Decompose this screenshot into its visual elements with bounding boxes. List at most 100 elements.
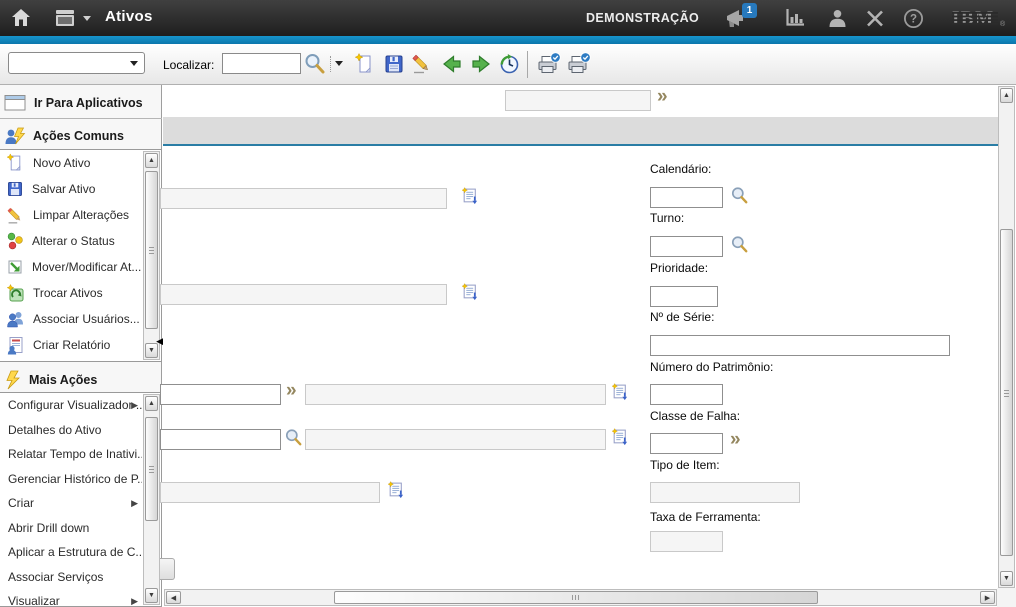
action-salvar-ativo[interactable]: Salvar Ativo xyxy=(0,176,142,202)
field-row4-input[interactable] xyxy=(160,429,281,450)
vertical-scrollbar[interactable]: ▲ ▼ xyxy=(998,86,1015,588)
next-record-button[interactable] xyxy=(468,51,494,77)
new-record-button[interactable] xyxy=(352,51,378,77)
home-icon xyxy=(10,7,32,28)
create-report-icon xyxy=(6,336,25,355)
search-options-caret[interactable] xyxy=(335,61,343,66)
calendario-select-button[interactable] xyxy=(730,186,749,205)
scroll-down-button[interactable]: ▼ xyxy=(145,588,158,603)
field-row5-description[interactable] xyxy=(160,482,380,503)
patrimonio-input[interactable] xyxy=(650,384,723,405)
scroll-up-button[interactable]: ▲ xyxy=(145,153,158,168)
long-description-button[interactable] xyxy=(611,428,629,446)
scroll-down-button[interactable]: ▼ xyxy=(1000,571,1013,586)
tipo-item-input[interactable] xyxy=(650,482,800,503)
home-button[interactable] xyxy=(10,7,32,33)
print-button[interactable] xyxy=(535,51,561,77)
long-description-icon xyxy=(387,481,405,499)
new-record-icon xyxy=(354,53,376,75)
serie-input[interactable] xyxy=(650,335,950,356)
profile-button[interactable] xyxy=(827,8,848,33)
page-title: Ativos xyxy=(105,8,153,25)
turno-select-button[interactable] xyxy=(730,235,749,254)
action-label: Criar Relatório xyxy=(33,338,110,352)
field-row4-description[interactable] xyxy=(305,429,606,450)
scroll-up-button[interactable]: ▲ xyxy=(145,396,158,411)
close-icon xyxy=(865,9,885,28)
search-button[interactable] xyxy=(302,51,328,77)
more-actions-header: Mais Ações xyxy=(4,367,97,392)
help-button[interactable]: ? xyxy=(903,8,924,34)
previous-record-button[interactable] xyxy=(438,51,464,77)
ibm-logo: IBM ® xyxy=(952,8,1012,34)
common-actions-scrollbar[interactable]: ▲ ▼ xyxy=(143,151,160,360)
go-to-menu-button[interactable] xyxy=(54,8,91,28)
description-field-1[interactable] xyxy=(160,188,447,209)
calendario-input[interactable] xyxy=(650,187,723,208)
field-row3-input[interactable] xyxy=(160,384,281,405)
horizontal-scrollbar[interactable]: ◀ ▶ xyxy=(164,589,997,606)
turno-input[interactable] xyxy=(650,236,723,257)
header-detail-menu-icon[interactable]: » xyxy=(657,88,668,106)
change-status-icon xyxy=(6,232,24,250)
clipped-button[interactable] xyxy=(160,558,175,580)
save-button[interactable] xyxy=(381,51,407,77)
action-gerenciar-historico[interactable]: Gerenciar Histórico de P... xyxy=(0,467,142,492)
long-description-button[interactable] xyxy=(387,481,405,499)
action-criar-relatorio[interactable]: Criar Relatório xyxy=(0,332,142,358)
action-visualizar[interactable]: Visualizar ▶ xyxy=(0,589,142,607)
scroll-thumb[interactable] xyxy=(1000,229,1013,556)
common-actions-icon xyxy=(4,127,26,146)
magnifier-icon xyxy=(730,235,749,254)
detail-menu-icon[interactable]: » xyxy=(286,382,297,400)
scroll-left-button[interactable]: ◀ xyxy=(166,591,181,604)
action-limpar-alteracoes[interactable]: Limpar Alterações xyxy=(0,202,142,228)
action-relatar-tempo-inatividade[interactable]: Relatar Tempo de Inativi... xyxy=(0,442,142,467)
action-associar-servicos[interactable]: Associar Serviços xyxy=(0,565,142,590)
action-mover-modificar[interactable]: Mover/Modificar At... xyxy=(0,254,142,280)
action-detalhes-do-ativo[interactable]: Detalhes do Ativo xyxy=(0,418,142,443)
more-actions-scrollbar[interactable]: ▲ ▼ xyxy=(143,394,160,605)
scroll-thumb[interactable] xyxy=(145,417,158,521)
scroll-right-button[interactable]: ▶ xyxy=(980,591,995,604)
long-description-button[interactable] xyxy=(461,187,479,205)
new-record-icon xyxy=(6,153,25,173)
print-with-attachments-button[interactable] xyxy=(565,51,591,77)
classe-falha-input[interactable] xyxy=(650,433,723,454)
action-configurar-visualizador[interactable]: Configurar Visualizador .. ▶ xyxy=(0,393,142,418)
saved-query-input[interactable] xyxy=(12,54,124,72)
action-criar[interactable]: Criar ▶ xyxy=(0,491,142,516)
action-aplicar-estrutura[interactable]: Aplicar a Estrutura de C... xyxy=(0,540,142,565)
action-novo-ativo[interactable]: Novo Ativo xyxy=(0,150,142,176)
saved-query-select[interactable] xyxy=(8,52,145,74)
sidebar-collapse-handle[interactable]: ◀ xyxy=(156,337,163,346)
action-label: Gerenciar Histórico de P... xyxy=(8,472,142,486)
scroll-up-button[interactable]: ▲ xyxy=(1000,88,1013,103)
classe-falha-detail-menu-icon[interactable]: » xyxy=(730,431,741,449)
header-readonly-field[interactable] xyxy=(505,90,651,111)
long-description-button[interactable] xyxy=(611,383,629,401)
action-associar-usuarios[interactable]: Associar Usuários... xyxy=(0,306,142,332)
sign-out-button[interactable] xyxy=(865,9,885,33)
taxa-ferramenta-input[interactable] xyxy=(650,531,723,552)
scroll-thumb[interactable] xyxy=(145,171,158,329)
prioridade-input[interactable] xyxy=(650,286,718,307)
clear-changes-icon xyxy=(6,206,25,225)
select-value-button[interactable] xyxy=(284,428,303,447)
history-button[interactable] xyxy=(496,51,522,77)
long-description-button[interactable] xyxy=(461,283,479,301)
find-input[interactable] xyxy=(222,53,301,74)
history-clock-icon xyxy=(497,52,521,76)
field-row3-description[interactable] xyxy=(305,384,606,405)
associate-users-icon xyxy=(6,310,25,328)
action-trocar-ativos[interactable]: Trocar Ativos xyxy=(0,280,142,306)
action-alterar-status[interactable]: Alterar o Status xyxy=(0,228,142,254)
scroll-thumb[interactable] xyxy=(334,591,818,604)
action-abrir-drilldown[interactable]: Abrir Drill down xyxy=(0,516,142,541)
save-icon xyxy=(6,180,24,198)
clear-changes-button[interactable] xyxy=(409,51,435,77)
action-label: Limpar Alterações xyxy=(33,208,129,222)
description-field-2[interactable] xyxy=(160,284,447,305)
reports-button[interactable] xyxy=(784,8,806,33)
go-to-applications[interactable]: Ir Para Aplicativos xyxy=(4,89,156,116)
